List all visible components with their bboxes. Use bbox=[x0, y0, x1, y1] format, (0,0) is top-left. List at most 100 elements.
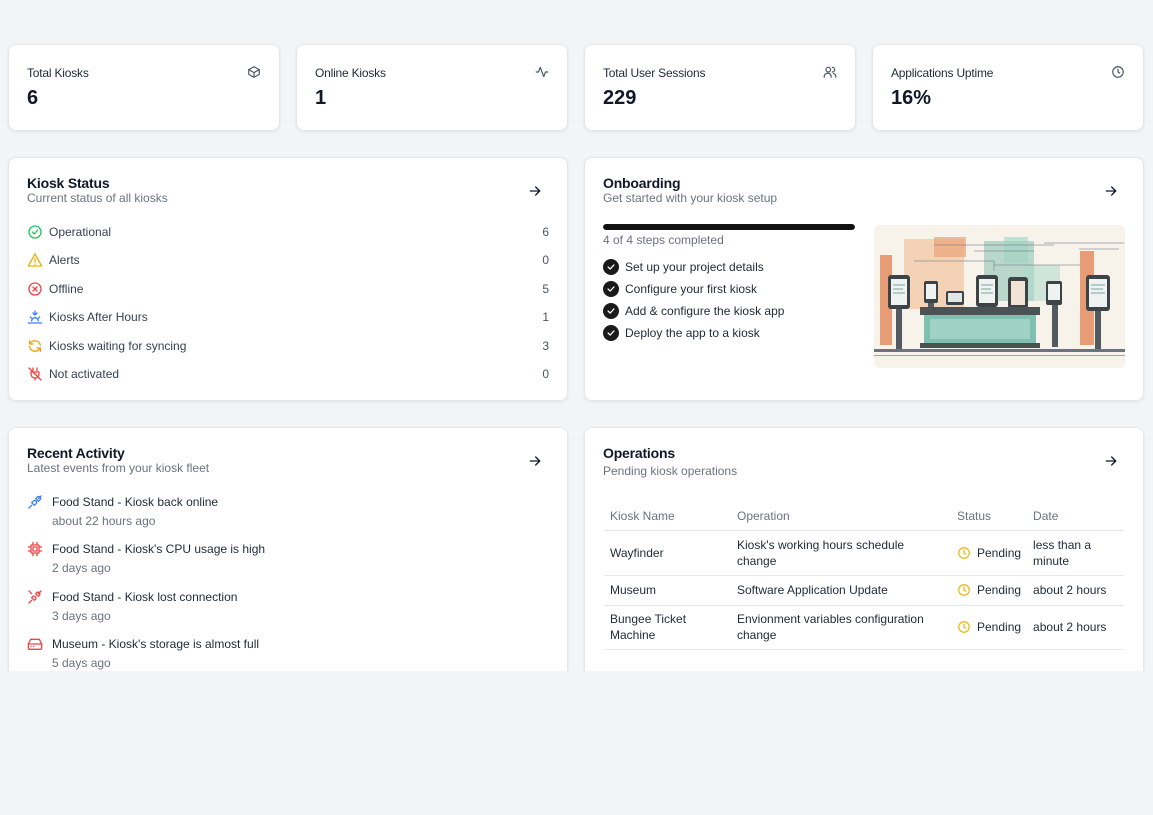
status-text: Pending bbox=[977, 583, 1022, 597]
check-icon bbox=[603, 259, 619, 275]
status-label: Operational bbox=[49, 225, 112, 239]
operation-cell: Envionment variables configuration chang… bbox=[731, 605, 951, 650]
kiosk-status-card: Kiosk Status Current status of all kiosk… bbox=[8, 157, 568, 401]
warning-triangle-icon bbox=[27, 253, 43, 267]
status-count: 1 bbox=[542, 310, 549, 324]
status-text: Pending bbox=[977, 545, 1022, 560]
table-row[interactable]: Wayfinder Kiosk's working hours schedule… bbox=[604, 530, 1124, 576]
status-label: Alerts bbox=[49, 253, 80, 267]
step-label: Add & configure the kiosk app bbox=[625, 304, 785, 318]
plug-disconnected-icon bbox=[28, 590, 42, 604]
activity-text: Food Stand - Kiosk's CPU usage is high bbox=[52, 542, 266, 556]
activity-time: 5 days ago bbox=[52, 656, 111, 670]
date-cell: about 2 hours bbox=[1027, 605, 1124, 650]
card-subtitle: Latest events from your kiosk fleet bbox=[27, 461, 210, 475]
table-row[interactable]: Bungee Ticket Machine Envionment variabl… bbox=[604, 605, 1124, 650]
operations-card: Operations Pending kiosk operations Kios… bbox=[584, 427, 1144, 677]
stat-value: 1 bbox=[315, 87, 327, 109]
stat-value: 16% bbox=[891, 87, 932, 109]
box-icon bbox=[248, 66, 260, 78]
onboarding-step: Deploy the app to a kiosk bbox=[603, 324, 760, 342]
recent-activity-card: Recent Activity Latest events from your … bbox=[8, 427, 568, 677]
step-label: Deploy the app to a kiosk bbox=[625, 326, 760, 340]
progress-fill bbox=[603, 224, 855, 230]
check-icon bbox=[603, 303, 619, 319]
onboarding-step: Set up your project details bbox=[603, 258, 764, 276]
card-title: Onboarding bbox=[603, 175, 681, 191]
onboarding-progress-bar bbox=[603, 224, 855, 230]
status-count: 3 bbox=[542, 339, 549, 353]
stat-label: Applications Uptime bbox=[891, 66, 994, 80]
card-subtitle: Get started with your kiosk setup bbox=[603, 191, 778, 205]
stat-card-applications-uptime: Applications Uptime 16% bbox=[872, 44, 1144, 131]
plug-connected-icon bbox=[28, 495, 42, 509]
check-icon bbox=[603, 281, 619, 297]
check-circle-icon bbox=[28, 225, 42, 239]
plug-off-icon bbox=[28, 367, 42, 381]
column-header: Operation bbox=[731, 502, 951, 531]
status-label: Not activated bbox=[49, 367, 120, 381]
kiosk-name-cell: Wayfinder bbox=[604, 530, 731, 576]
users-icon bbox=[823, 66, 837, 78]
hard-drive-icon bbox=[27, 638, 43, 650]
activity-time: 3 days ago bbox=[52, 609, 111, 623]
cpu-icon bbox=[27, 541, 43, 557]
steps-completed-text: 4 of 4 steps completed bbox=[603, 233, 724, 247]
clock-icon bbox=[958, 621, 970, 633]
column-header: Date bbox=[1027, 502, 1124, 531]
kiosk-illustration bbox=[874, 225, 1125, 368]
status-count: 0 bbox=[542, 253, 549, 267]
card-title: Operations bbox=[603, 445, 675, 461]
status-count: 6 bbox=[542, 225, 549, 239]
status-row-offline[interactable]: Offline 5 bbox=[27, 279, 549, 299]
card-title: Kiosk Status bbox=[27, 175, 110, 191]
column-header: Kiosk Name bbox=[604, 502, 731, 531]
card-subtitle: Pending kiosk operations bbox=[603, 464, 738, 478]
status-cell: Pending bbox=[951, 575, 1028, 606]
status-label: Kiosks After Hours bbox=[49, 310, 148, 324]
stat-label: Online Kiosks bbox=[315, 66, 386, 80]
clock-icon bbox=[958, 584, 970, 596]
column-header: Status bbox=[951, 502, 1028, 531]
stat-card-online-kiosks: Online Kiosks 1 bbox=[296, 44, 568, 131]
stat-card-total-kiosks: Total Kiosks 6 bbox=[8, 44, 280, 131]
status-row-alerts[interactable]: Alerts 0 bbox=[27, 250, 549, 270]
stat-label: Total Kiosks bbox=[27, 66, 89, 80]
page-background-footer bbox=[0, 671, 1153, 815]
stat-label: Total User Sessions bbox=[603, 66, 706, 80]
arrow-right-icon[interactable] bbox=[1103, 453, 1119, 469]
status-label: Offline bbox=[49, 282, 84, 296]
step-label: Configure your first kiosk bbox=[625, 282, 758, 296]
status-row-operational[interactable]: Operational 6 bbox=[27, 222, 549, 242]
activity-time: about 22 hours ago bbox=[52, 514, 156, 528]
date-cell: about 2 hours bbox=[1027, 575, 1124, 606]
status-row-after-hours[interactable]: Kiosks After Hours 1 bbox=[27, 307, 549, 327]
status-count: 5 bbox=[542, 282, 549, 296]
sunset-icon bbox=[27, 310, 43, 324]
status-row-not-activated[interactable]: Not activated 0 bbox=[27, 364, 549, 384]
check-icon bbox=[603, 325, 619, 341]
status-cell: Pending bbox=[951, 605, 1028, 650]
onboarding-card: Onboarding Get started with your kiosk s… bbox=[584, 157, 1144, 401]
stat-card-total-user-sessions: Total User Sessions 229 bbox=[584, 44, 856, 131]
clock-icon bbox=[958, 546, 970, 559]
clock-icon bbox=[1112, 66, 1124, 78]
arrow-right-icon[interactable] bbox=[1103, 183, 1119, 199]
arrow-right-icon[interactable] bbox=[527, 453, 543, 469]
arrow-right-icon[interactable] bbox=[527, 183, 543, 199]
status-row-waiting-sync[interactable]: Kiosks waiting for syncing 3 bbox=[27, 336, 549, 356]
card-subtitle: Current status of all kiosks bbox=[27, 191, 168, 205]
date-cell: less than a minute bbox=[1027, 530, 1124, 576]
onboarding-step: Add & configure the kiosk app bbox=[603, 302, 784, 320]
kiosk-name-cell: Museum bbox=[604, 575, 731, 606]
operation-cell: Software Application Update bbox=[731, 575, 951, 606]
table-row[interactable]: Museum Software Application Update Pendi… bbox=[604, 575, 1124, 606]
status-label: Kiosks waiting for syncing bbox=[49, 339, 187, 353]
step-label: Set up your project details bbox=[625, 260, 764, 274]
onboarding-step: Configure your first kiosk bbox=[603, 280, 757, 298]
activity-text: Food Stand - Kiosk back online bbox=[52, 495, 219, 509]
status-count: 0 bbox=[542, 367, 549, 381]
activity-text: Food Stand - Kiosk lost connection bbox=[52, 590, 238, 604]
operations-table: Kiosk Name Operation Status Date Wayfind… bbox=[604, 502, 1124, 650]
card-title: Recent Activity bbox=[27, 445, 125, 461]
